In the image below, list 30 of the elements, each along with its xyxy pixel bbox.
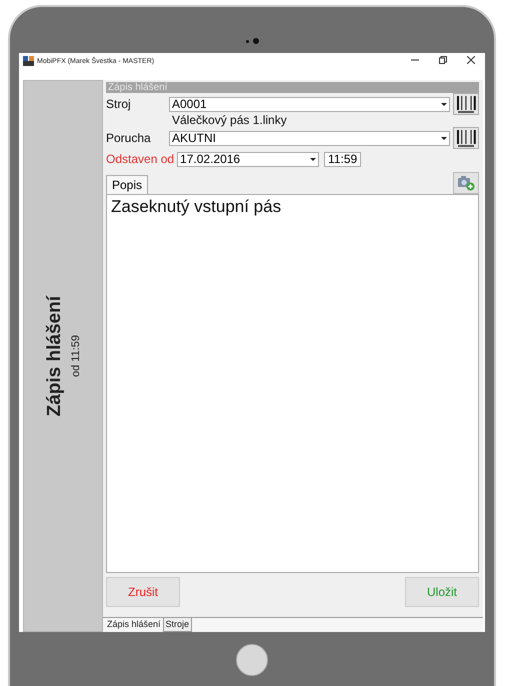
field-label: Stroj: [106, 97, 132, 111]
close-icon[interactable]: [467, 56, 475, 64]
panel-subtitle: od 11:59: [70, 334, 82, 377]
dropdown-field[interactable]: AKUTNI: [169, 130, 450, 146]
tab[interactable]: Zápis hlášení: [105, 618, 163, 632]
field-label: Odstaven od: [106, 152, 174, 166]
add-photo-button[interactable]: [453, 172, 479, 194]
panel-title: Zápis hlášení: [44, 296, 66, 416]
date-field[interactable]: 17.02.2016: [177, 152, 320, 166]
description-field[interactable]: Zaseknutý vstupní pás: [106, 194, 479, 573]
dropdown-field[interactable]: A0001: [169, 96, 450, 112]
tab[interactable]: Stroje: [162, 617, 192, 632]
tab[interactable]: Popis: [106, 175, 148, 194]
machine-name: Válečkový pás 1.linky: [172, 114, 288, 127]
home-button[interactable]: [236, 644, 268, 676]
dropdown-arrow-icon: [310, 158, 316, 160]
app-logo-icon: [23, 56, 34, 66]
sensor-icon: [246, 40, 248, 42]
dropdown-arrow-icon: [441, 102, 447, 106]
time-field[interactable]: 11:59: [324, 152, 362, 166]
barcode-scan-button[interactable]: [453, 93, 479, 115]
restore-icon[interactable]: [439, 56, 447, 64]
dropdown-arrow-icon: [441, 136, 447, 140]
barcode-scan-button[interactable]: [453, 127, 479, 149]
barcode-icon: [455, 94, 477, 114]
section-header: Zápis hlášení: [106, 82, 479, 93]
barcode-icon: [455, 128, 477, 148]
camera-add-icon: [457, 175, 475, 191]
camera-icon: [252, 38, 258, 44]
field-label: Porucha: [106, 131, 152, 145]
